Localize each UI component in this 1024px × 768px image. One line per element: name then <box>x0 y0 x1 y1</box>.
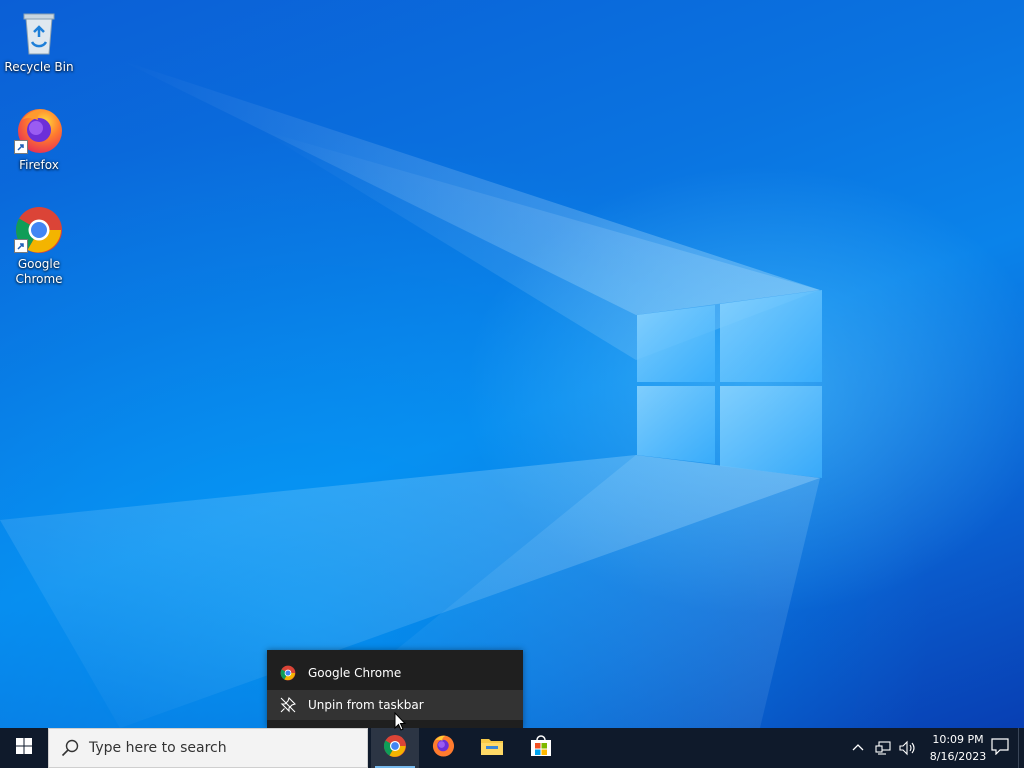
desktop-icon-google-chrome[interactable]: Google Chrome <box>2 205 76 287</box>
taskbar-app-microsoft-store[interactable] <box>517 728 565 768</box>
chevron-up-icon[interactable] <box>846 728 870 768</box>
start-button[interactable] <box>0 728 48 768</box>
firefox-icon <box>431 734 455 762</box>
desktop-icon-label: Firefox <box>19 158 59 172</box>
taskbar-app-google-chrome[interactable] <box>371 728 419 768</box>
taskbar-app-file-explorer[interactable] <box>468 728 516 768</box>
notification-icon <box>991 737 1009 759</box>
desktop-icon-label: Recycle Bin <box>4 60 74 74</box>
clock-time: 10:09 PM <box>932 733 984 746</box>
chrome-icon <box>279 664 297 682</box>
system-tray: 10:09 PM 8/16/2023 <box>834 728 1024 768</box>
shortcut-arrow-icon <box>14 239 28 253</box>
desktop-icon-recycle-bin[interactable]: Recycle Bin <box>2 8 76 75</box>
shortcut-arrow-icon <box>14 140 28 154</box>
action-center-button[interactable] <box>984 728 1016 768</box>
desktop-icon-label: Google Chrome <box>15 257 63 286</box>
desktop-background[interactable]: Recycle Bin Firefox Google Chrome Google… <box>0 0 1024 728</box>
chrome-icon <box>14 205 64 255</box>
network-icon[interactable] <box>871 728 895 768</box>
wallpaper-light-beams <box>0 60 822 728</box>
taskbar: Type here to search 10:09 PM 8/16/2023 <box>0 728 1024 768</box>
taskbar-search-box[interactable]: Type here to search <box>48 728 368 768</box>
mouse-pointer-icon <box>394 711 407 731</box>
volume-icon[interactable] <box>896 728 920 768</box>
clock-date: 8/16/2023 <box>929 750 987 763</box>
recycle-bin-icon <box>14 8 64 58</box>
windows-wallpaper-logo <box>637 290 822 478</box>
show-desktop-button[interactable] <box>1018 728 1024 768</box>
chrome-icon <box>383 734 407 762</box>
taskbar-clock[interactable]: 10:09 PM 8/16/2023 <box>926 731 990 765</box>
jump-list-item-google-chrome[interactable]: Google Chrome <box>267 658 523 688</box>
folder-icon <box>480 734 504 762</box>
firefox-icon <box>14 106 64 156</box>
search-icon <box>61 739 79 757</box>
search-placeholder: Type here to search <box>89 740 227 756</box>
jump-list-item-label: Google Chrome <box>308 666 402 680</box>
windows-logo-icon <box>16 738 32 758</box>
unpin-icon <box>279 696 297 714</box>
jump-list-item-label: Unpin from taskbar <box>308 698 424 712</box>
store-icon <box>529 734 553 762</box>
taskbar-app-firefox[interactable] <box>419 728 467 768</box>
desktop-icon-firefox[interactable]: Firefox <box>2 106 76 173</box>
